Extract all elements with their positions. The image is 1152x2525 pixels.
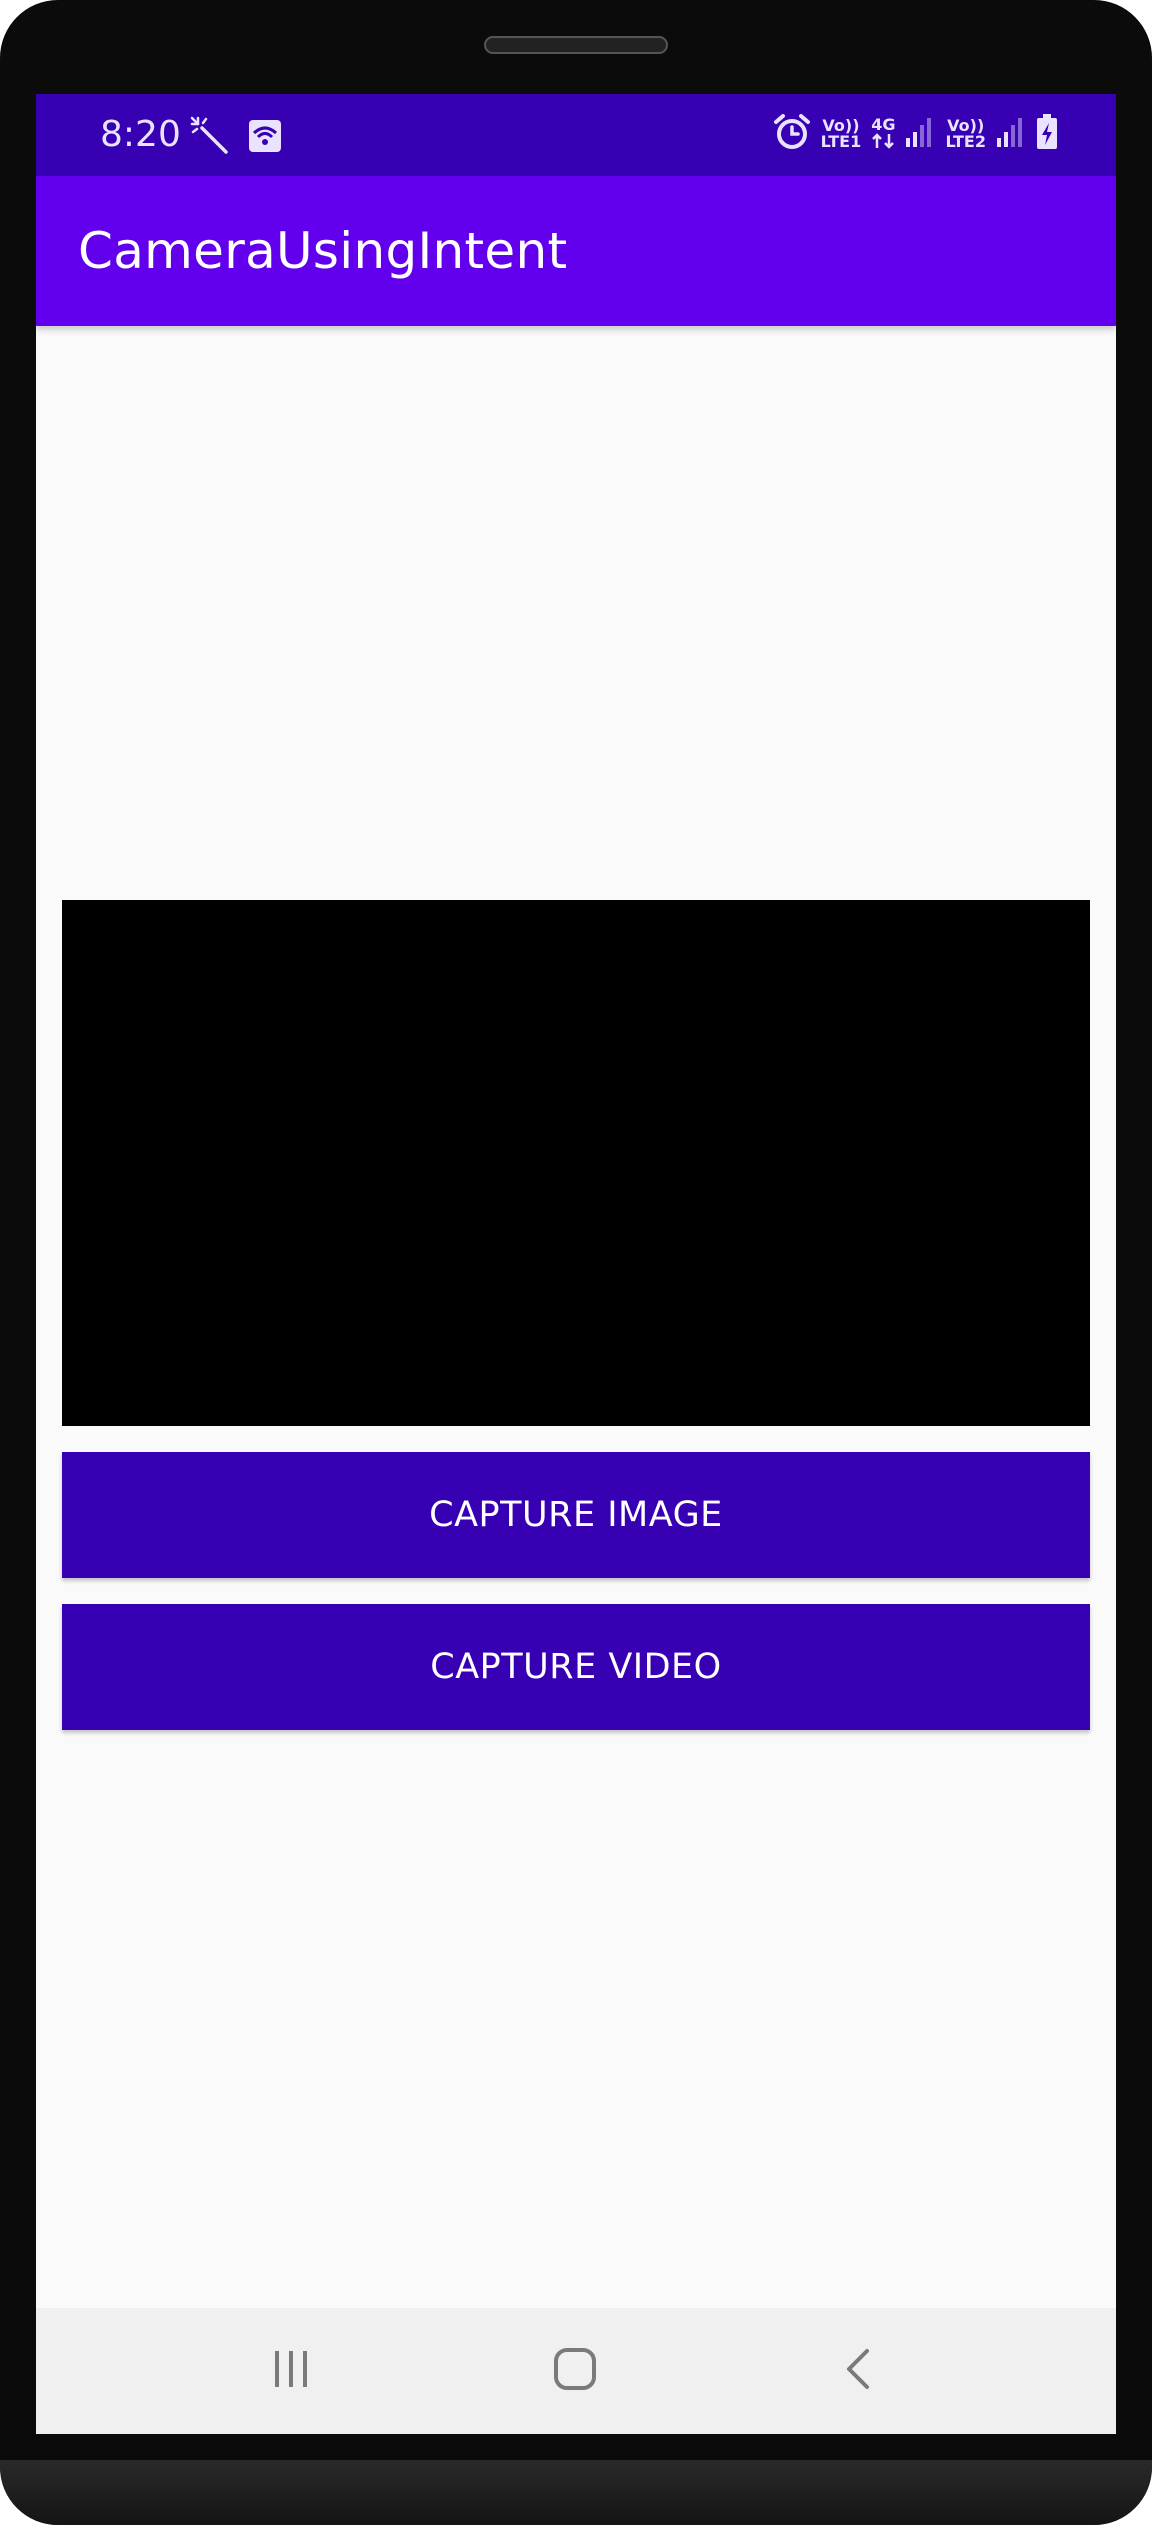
app-title: CameraUsingIntent (78, 222, 568, 280)
volte-lte1-icon: Vo)) LTE1 (821, 118, 862, 150)
4g-data-icon: 4G (871, 114, 896, 152)
signal-sim2-icon (996, 116, 1026, 152)
status-time: 8:20 (100, 114, 181, 155)
home-icon (552, 2346, 598, 2396)
video-view[interactable] (62, 900, 1090, 1426)
phone-frame: 8:20 Vo)) LTE1 4G Vo)) LTE2 CameraUsingI… (0, 0, 1152, 2525)
status-right-icons: Vo)) LTE1 4G Vo)) LTE2 (773, 114, 1058, 154)
volte2-bottom-label: LTE2 (945, 132, 986, 151)
data-arrows-icon (871, 132, 895, 152)
volte-lte2-icon: Vo)) LTE2 (945, 118, 986, 150)
volte1-bottom-label: LTE1 (820, 132, 862, 151)
status-bar: 8:20 Vo)) LTE1 4G Vo)) LTE2 (36, 94, 1116, 176)
app-bar: CameraUsingIntent (36, 176, 1116, 326)
navigation-bar (36, 2308, 1116, 2434)
alarm-icon (773, 113, 811, 155)
home-button[interactable] (542, 2338, 608, 2404)
recents-icon (269, 2347, 313, 2395)
back-icon (837, 2347, 881, 2395)
earpiece-speaker (484, 36, 668, 54)
data-type-label: 4G (871, 114, 896, 134)
magic-wand-icon (190, 116, 230, 160)
status-left-icons (190, 116, 282, 160)
battery-charging-icon (1036, 114, 1058, 154)
phone-chin (0, 2460, 1152, 2525)
capture-image-button[interactable]: CAPTURE IMAGE (62, 1452, 1090, 1578)
recents-button[interactable] (258, 2338, 324, 2404)
screen: 8:20 Vo)) LTE1 4G Vo)) LTE2 CameraUsingI… (36, 94, 1116, 2434)
wifi-calling-icon (248, 119, 282, 157)
capture-video-button[interactable]: CAPTURE VIDEO (62, 1604, 1090, 1730)
back-button[interactable] (826, 2338, 892, 2404)
signal-sim1-icon (905, 116, 935, 152)
